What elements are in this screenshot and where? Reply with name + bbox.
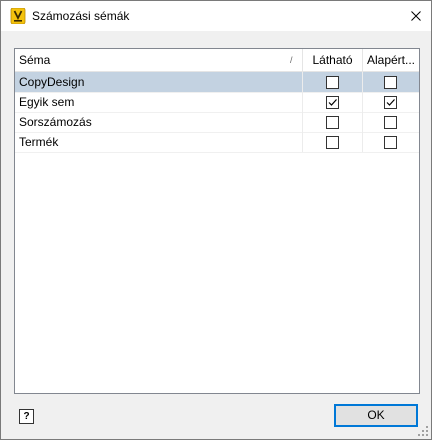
column-divider <box>302 92 303 112</box>
column-label-visible: Látható <box>312 53 353 67</box>
dialog-window: Számozási sémák Séma / Látható Alapért..… <box>0 0 432 440</box>
table-row[interactable]: Termék <box>15 132 419 153</box>
scheme-name: Egyik sem <box>19 95 75 109</box>
scheme-name: Sorszámozás <box>19 115 92 129</box>
dialog-content: Séma / Látható Alapért... CopyDesign Egyi… <box>1 31 431 439</box>
column-divider <box>362 112 363 132</box>
close-icon <box>411 11 421 21</box>
column-label-scheme: Séma <box>19 53 51 67</box>
resize-grip-icon[interactable] <box>417 425 429 437</box>
column-header-scheme[interactable]: Séma <box>19 49 289 71</box>
column-divider <box>302 72 303 92</box>
close-button[interactable] <box>401 1 431 31</box>
default-checkbox[interactable] <box>384 76 397 89</box>
default-checkbox[interactable] <box>384 136 397 149</box>
column-label-default: Alapért... <box>366 53 416 67</box>
schemes-table: Séma / Látható Alapért... CopyDesign Egyi… <box>14 48 420 394</box>
help-button[interactable]: ? <box>19 409 34 424</box>
column-divider <box>302 132 303 152</box>
column-divider <box>362 132 363 152</box>
column-divider <box>362 72 363 92</box>
visible-checkbox[interactable] <box>326 96 339 109</box>
ok-button[interactable]: OK <box>334 404 418 427</box>
visible-checkbox[interactable] <box>326 136 339 149</box>
table-row[interactable]: CopyDesign <box>15 72 419 93</box>
visible-checkbox[interactable] <box>326 116 339 129</box>
table-header: Séma / Látható Alapért... <box>15 49 419 72</box>
scheme-name: CopyDesign <box>19 75 85 89</box>
column-header-default[interactable]: Alapért... <box>363 49 419 71</box>
sort-indicator-icon: / <box>290 55 293 65</box>
app-icon <box>10 8 26 24</box>
window-title: Számozási sémák <box>32 9 130 23</box>
scheme-name: Termék <box>19 135 59 149</box>
column-divider <box>362 92 363 112</box>
column-header-visible[interactable]: Látható <box>303 49 362 71</box>
table-row[interactable]: Sorszámozás <box>15 112 419 133</box>
visible-checkbox[interactable] <box>326 76 339 89</box>
column-divider <box>302 112 303 132</box>
default-checkbox[interactable] <box>384 96 397 109</box>
title-bar[interactable]: Számozási sémák <box>1 1 431 31</box>
default-checkbox[interactable] <box>384 116 397 129</box>
table-row[interactable]: Egyik sem <box>15 92 419 113</box>
